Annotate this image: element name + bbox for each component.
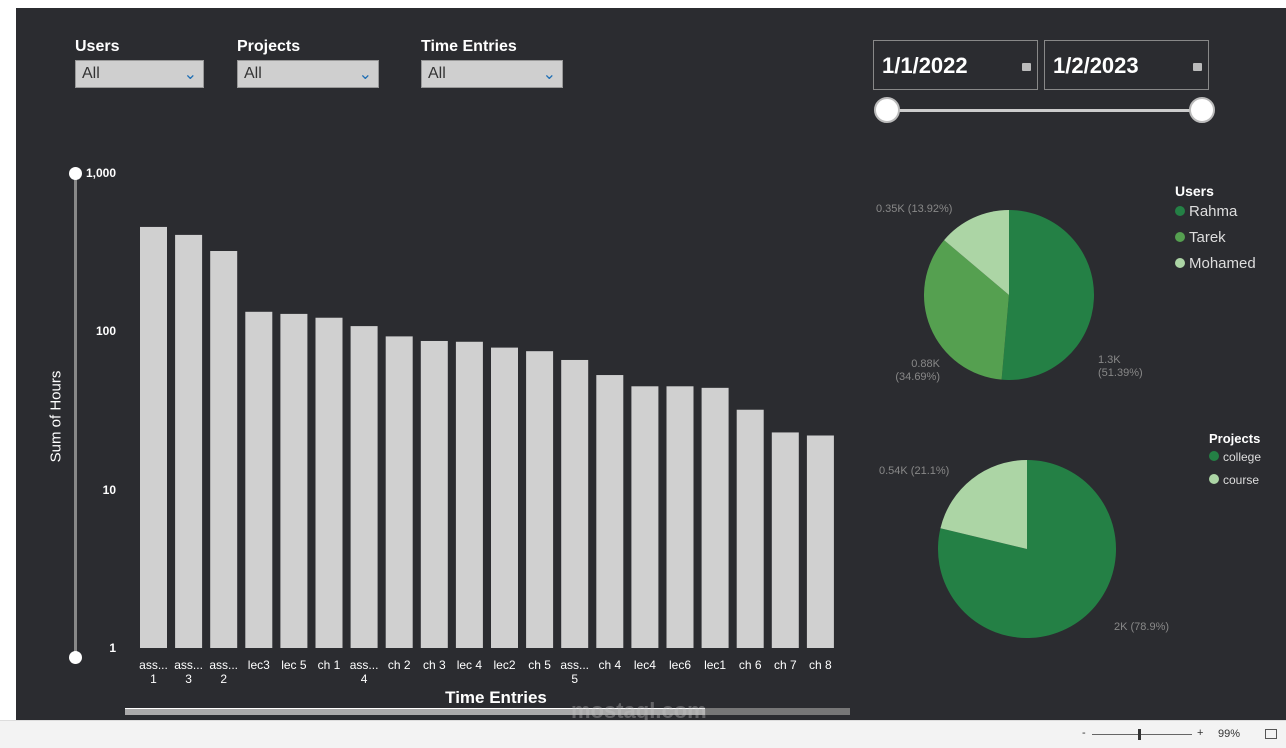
pie-label: 0.88K (34.69%) (895, 358, 940, 383)
x-tick-label: ch 3 (422, 658, 446, 672)
calendar-icon[interactable] (1193, 63, 1202, 71)
pie-slice[interactable] (1001, 210, 1094, 380)
horizontal-scrollbar[interactable] (125, 708, 850, 715)
calendar-icon[interactable] (1022, 63, 1031, 71)
x-tick-label: ch 8 (809, 658, 832, 672)
bar[interactable] (245, 311, 273, 648)
bar[interactable] (315, 317, 343, 648)
bar[interactable] (210, 251, 238, 648)
bar[interactable] (771, 432, 799, 648)
zoom-slider[interactable] (1092, 729, 1192, 740)
report-canvas: Users All ⌄ Projects All ⌄ Time Entries Al… (6, 8, 1286, 723)
x-tick-label: ch 5 (528, 658, 551, 672)
projects-pie-chart (938, 460, 1116, 638)
legend-item[interactable]: Rahma (1175, 203, 1256, 220)
start-date: 1/1/2022 (882, 53, 968, 78)
x-tick-label: ass... 1 (139, 658, 168, 686)
x-tick-label: ch 1 (317, 658, 341, 672)
start-date-handle[interactable] (874, 97, 900, 123)
x-tick-label: lec 4 (456, 658, 483, 672)
x-tick-label: lec4 (633, 658, 656, 672)
x-axis-title: Time Entries (445, 688, 547, 707)
x-tick-label: ass... 3 (174, 658, 203, 686)
legend-item[interactable]: Mohamed (1175, 255, 1256, 272)
end-date: 1/2/2023 (1053, 53, 1139, 78)
x-tick-label: lec6 (668, 658, 691, 672)
legend-item[interactable]: Tarek (1175, 229, 1256, 246)
bar[interactable] (455, 341, 483, 648)
legend-title: Projects (1209, 431, 1261, 446)
date-range-slider[interactable] (885, 109, 1211, 112)
zoom-level: 99% (1218, 728, 1241, 740)
zoom-in-button[interactable]: + (1197, 727, 1203, 739)
x-tick-label: ch 6 (738, 658, 762, 672)
bar[interactable] (350, 326, 378, 648)
bar[interactable] (175, 234, 203, 649)
x-tick-label: lec 5 (281, 658, 307, 672)
x-tick-label: ch 2 (387, 658, 411, 672)
x-tick-label: ch 4 (598, 658, 622, 672)
x-tick-label: ch 7 (773, 658, 797, 672)
bar[interactable] (666, 386, 694, 648)
start-date-input[interactable]: 1/1/2022 (873, 40, 1038, 90)
bar[interactable] (701, 387, 729, 648)
legend-item[interactable]: college (1209, 450, 1261, 464)
legend-title: Users (1175, 183, 1214, 199)
x-tick-label: ass... 5 (560, 658, 590, 686)
pie-label: 1.3K (51.39%) (1098, 354, 1143, 379)
x-tick-label: ass... 4 (349, 658, 379, 686)
users-pie-chart (924, 210, 1094, 380)
projects-legend: Projects college course (1209, 431, 1261, 487)
x-tick-label: lec1 (704, 658, 727, 672)
users-legend: Users Rahma Tarek Mohamed (1175, 183, 1256, 272)
bar[interactable] (736, 409, 764, 648)
end-date-input[interactable]: 1/2/2023 (1044, 40, 1209, 90)
zoom-out-button[interactable]: - (1082, 727, 1086, 739)
bar[interactable] (385, 336, 413, 648)
end-date-handle[interactable] (1189, 97, 1215, 123)
x-tick-label: lec3 (247, 658, 270, 672)
bar-chart (140, 226, 834, 649)
x-tick-label: lec2 (493, 658, 516, 672)
fit-to-page-icon[interactable] (1265, 729, 1277, 739)
bar[interactable] (806, 435, 834, 648)
pie-label: 2K (78.9%) (1114, 621, 1170, 633)
x-tick-label: ass... 2 (209, 658, 239, 686)
bar[interactable] (526, 351, 554, 648)
legend-item[interactable]: course (1209, 473, 1261, 487)
bar[interactable] (631, 386, 659, 648)
bar[interactable] (596, 375, 624, 648)
bar[interactable] (491, 347, 518, 648)
bar[interactable] (280, 313, 308, 648)
pie-label: 0.54K (21.1%) (879, 465, 950, 477)
bar[interactable] (561, 359, 589, 648)
bar[interactable] (140, 226, 167, 648)
pie-label: 0.35K (13.92%) (876, 203, 953, 215)
status-bar: - + 99% (0, 720, 1286, 748)
bar[interactable] (420, 340, 448, 648)
zoom-slider-handle[interactable] (1138, 729, 1141, 740)
